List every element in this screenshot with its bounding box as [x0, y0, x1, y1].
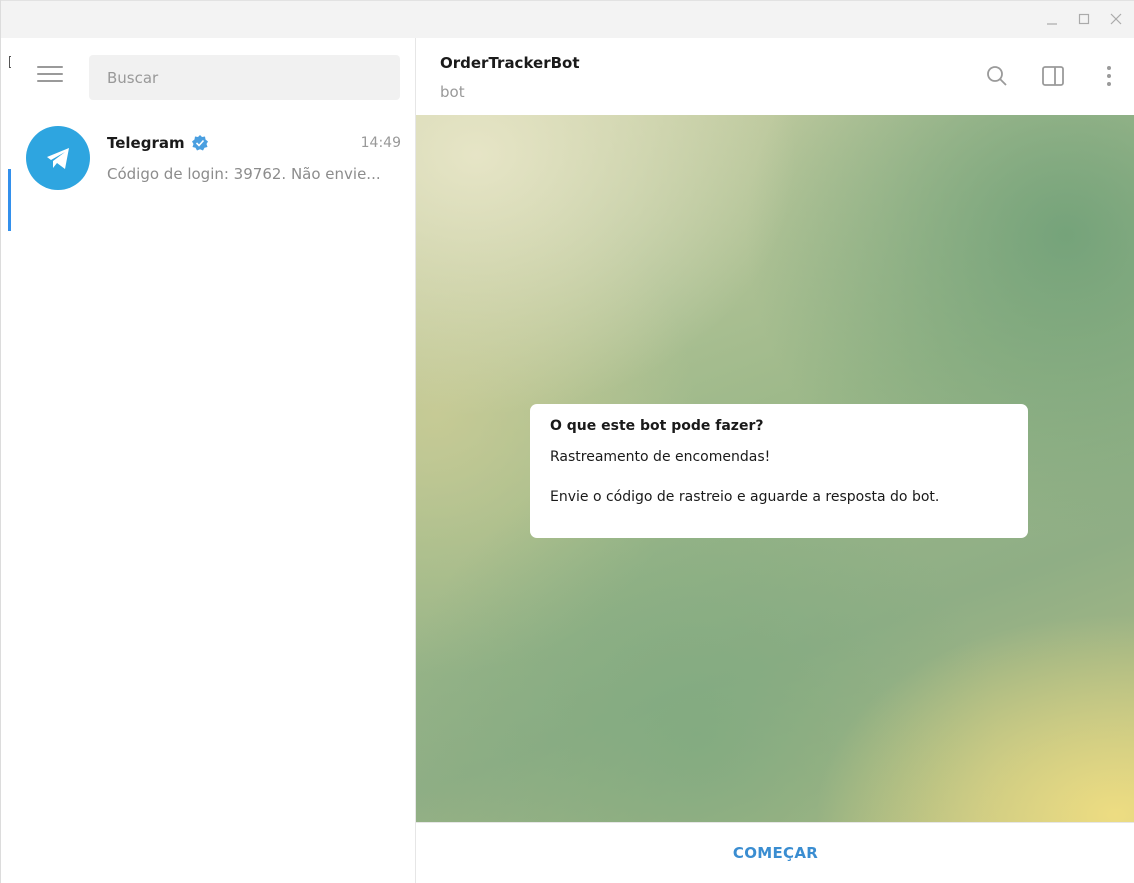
chat-list-item[interactable]: Telegram 14:49 Código de login: 39762. N…: [11, 122, 415, 194]
chat-background: O que este bot pode fazer? Rastreamento …: [416, 115, 1134, 822]
bot-info-instructions: Envie o código de rastreio e aguarde a r…: [550, 489, 940, 505]
bot-info-title: O que este bot pode fazer?: [550, 418, 764, 434]
chat-time: 14:49: [360, 135, 401, 151]
chat-title[interactable]: OrderTrackerBot: [440, 54, 580, 72]
conversation-panel: OrderTrackerBot bot O que este bot pode …: [416, 38, 1134, 883]
chat-preview: Código de login: 39762. Não envie...: [107, 165, 381, 183]
bottom-bar: COMEÇAR: [416, 822, 1134, 883]
search-input[interactable]: [89, 55, 400, 100]
bot-info-description: Rastreamento de encomendas!: [550, 449, 771, 465]
chat-name-text: Telegram: [107, 134, 185, 152]
chat-header: OrderTrackerBot bot: [416, 38, 1134, 115]
window-controls: [1043, 10, 1125, 28]
minimize-icon[interactable]: [1043, 10, 1061, 28]
chat-list-panel: Telegram 14:49 Código de login: 39762. N…: [1, 38, 416, 883]
verified-badge-icon: [191, 135, 208, 151]
close-icon[interactable]: [1107, 10, 1125, 28]
more-vertical-icon[interactable]: [1097, 64, 1121, 88]
chat-subtitle: bot: [440, 83, 465, 101]
telegram-window: Telegram 14:49 Código de login: 39762. N…: [0, 0, 1134, 883]
chat-name: Telegram: [107, 134, 209, 152]
maximize-icon[interactable]: [1075, 10, 1093, 28]
sidebar-toggle-icon[interactable]: [1041, 64, 1065, 88]
telegram-avatar: [26, 126, 90, 190]
telegram-plane-icon: [47, 148, 69, 169]
search-icon[interactable]: [985, 64, 1009, 88]
header-actions: [985, 64, 1121, 88]
title-bar: [1, 0, 1134, 38]
bot-info-card: O que este bot pode fazer? Rastreamento …: [530, 404, 1028, 538]
edge-marker: [9, 56, 11, 68]
hamburger-menu-icon[interactable]: [37, 66, 63, 86]
start-button[interactable]: COMEÇAR: [713, 836, 838, 870]
